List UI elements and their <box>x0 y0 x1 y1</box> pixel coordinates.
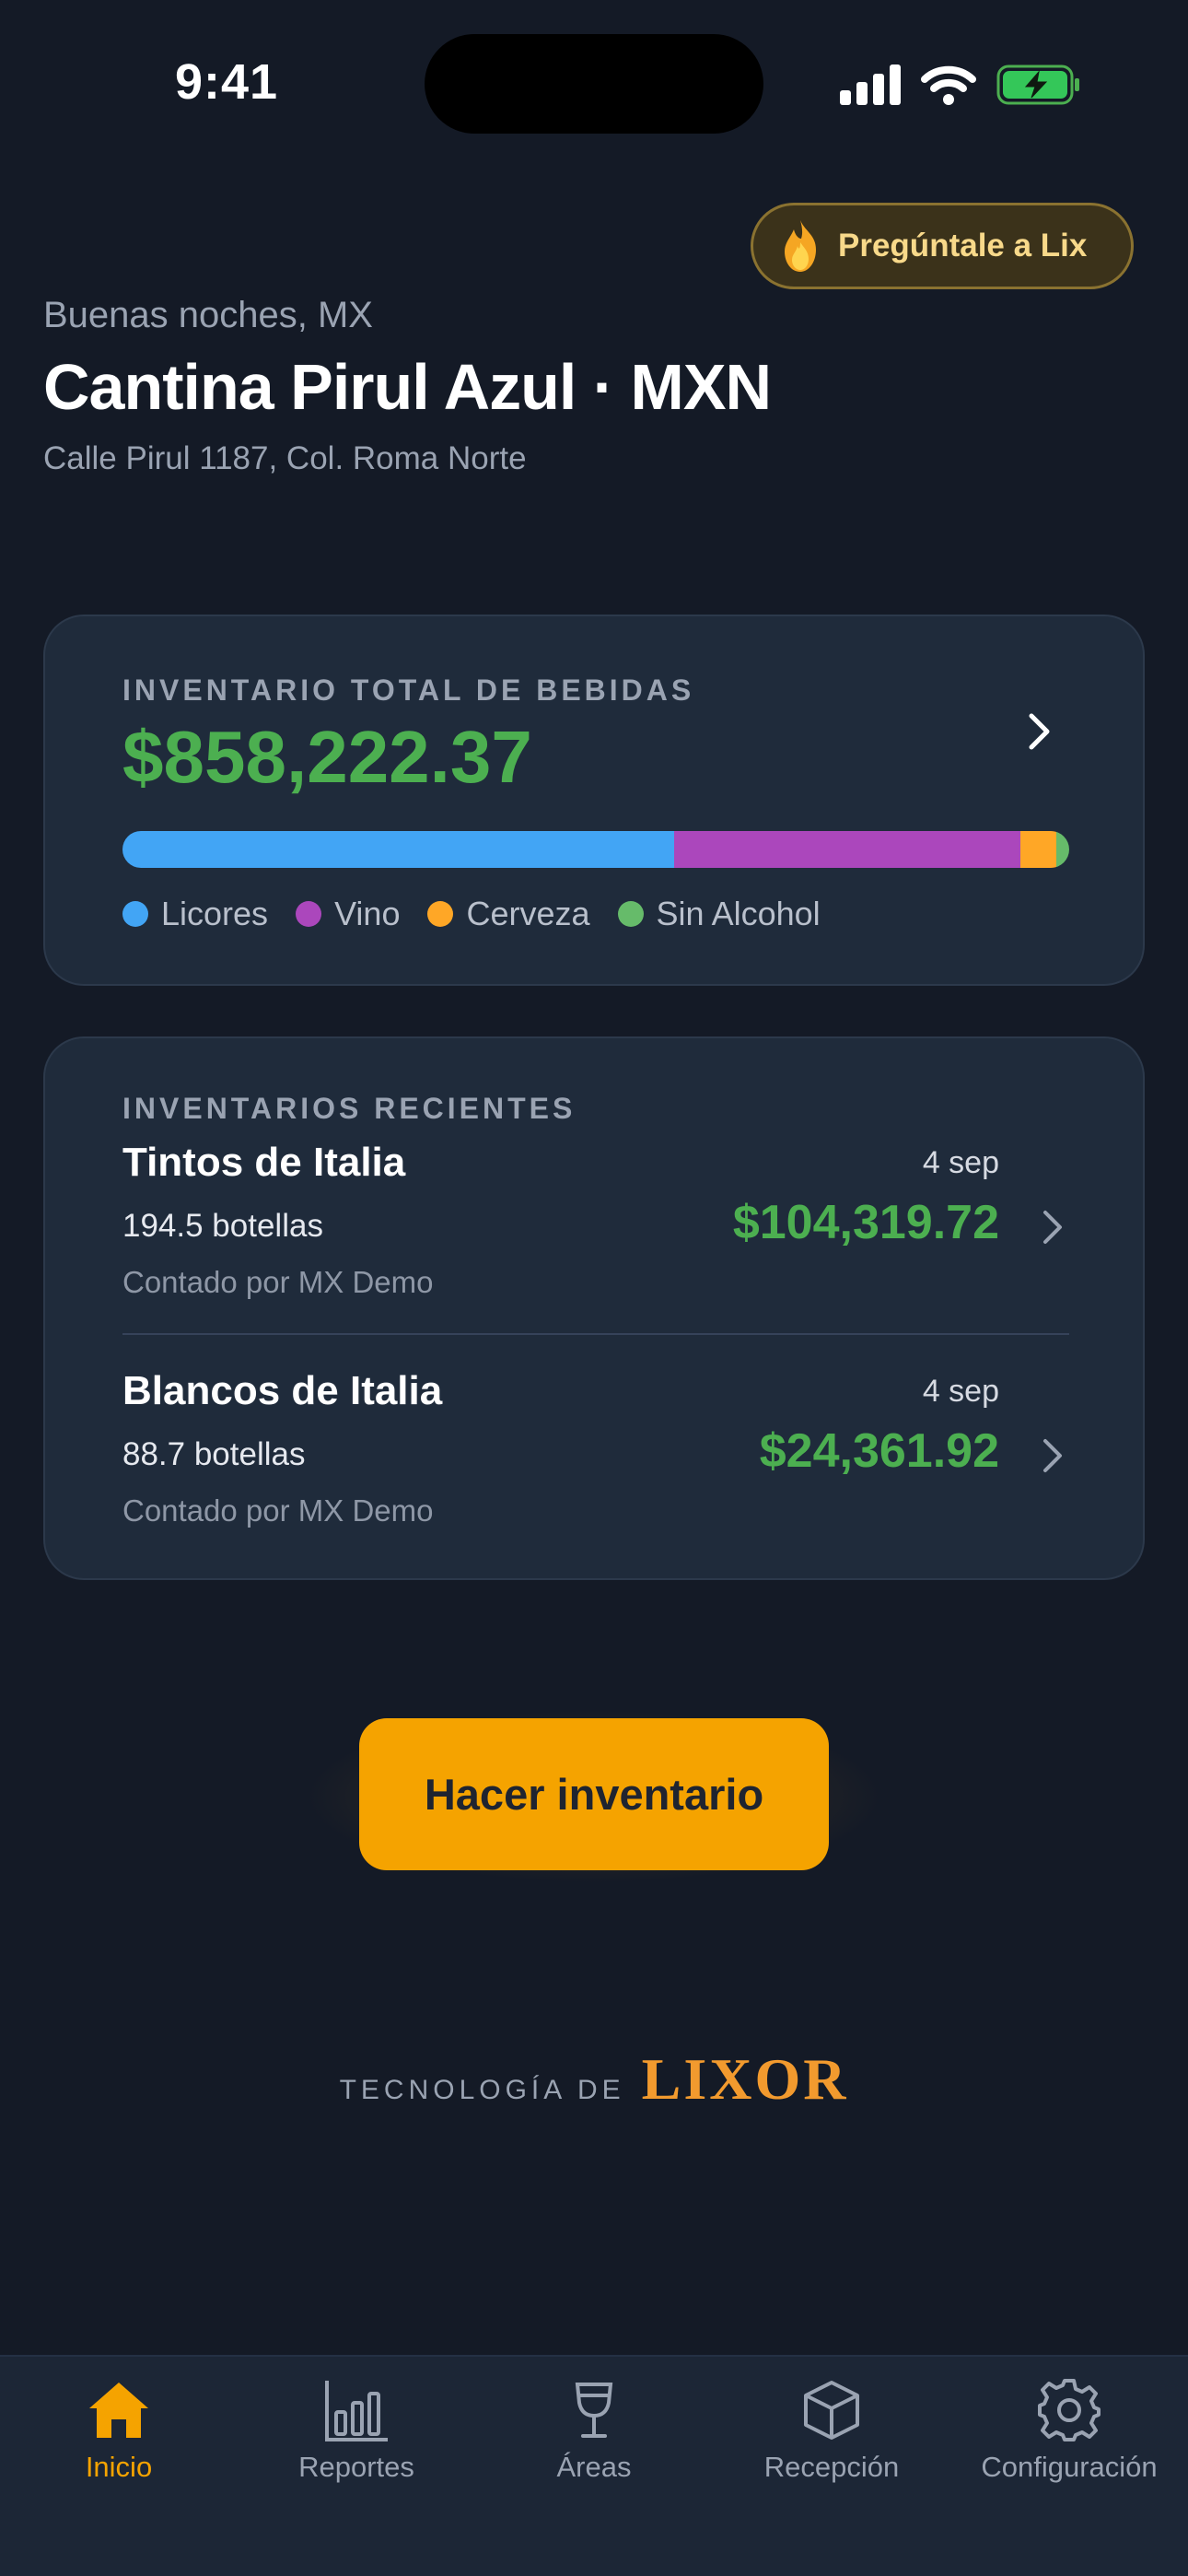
total-inventory-eyebrow: INVENTARIO TOTAL DE BEBIDAS <box>122 673 695 707</box>
ask-lix-label: Pregúntale a Lix <box>838 228 1088 263</box>
recent-inventories-eyebrow: INVENTARIOS RECIENTES <box>122 1092 577 1125</box>
inventory-date: 4 sep <box>922 1145 999 1180</box>
inventory-amount: $24,361.92 <box>759 1424 999 1478</box>
legend-label: Licores <box>161 895 269 932</box>
tab-configuracion[interactable]: Configuración <box>950 2357 1188 2576</box>
legend-item: Vino <box>296 895 400 933</box>
breakdown-segment-vino <box>674 831 1020 868</box>
row-divider <box>122 1333 1069 1335</box>
chevron-right-icon <box>1043 1439 1062 1472</box>
dynamic-island <box>425 34 763 134</box>
tab-areas[interactable]: Áreas <box>475 2357 713 2576</box>
category-breakdown-bar <box>122 831 1069 868</box>
cellular-signal-icon <box>840 64 901 105</box>
tab-label: Inicio <box>85 2451 153 2483</box>
legend-label: Sin Alcohol <box>656 895 821 932</box>
breakdown-segment-sin-alcohol <box>1055 831 1069 868</box>
recent-inventory-row[interactable]: Blancos de Italia 4 sep 88.7 botellas $2… <box>122 1368 1069 1534</box>
tab-inicio[interactable]: Inicio <box>0 2357 238 2576</box>
venue-title: Cantina Pirul Azul · MXN <box>43 351 772 423</box>
wifi-icon <box>921 65 976 105</box>
legend-label: Vino <box>334 895 401 932</box>
recent-inventory-row[interactable]: Tintos de Italia 4 sep 194.5 botellas $1… <box>122 1140 1069 1306</box>
home-screen: 9:41 Pregúntale a Lix Buenas noches, MX <box>0 0 1188 2576</box>
legend-dot <box>427 901 454 927</box>
chevron-right-icon <box>1043 1211 1062 1244</box>
tab-bar: Inicio Reportes Áreas Recepción Configur… <box>0 2355 1188 2576</box>
flame-icon <box>785 220 816 272</box>
ask-lix-button[interactable]: Pregúntale a Lix <box>751 203 1134 289</box>
legend-label: Cerveza <box>466 895 590 932</box>
powered-by: TECNOLOGÍA DE LIXOR <box>0 2045 1188 2113</box>
inventory-quantity: 88.7 botellas <box>122 1436 306 1472</box>
inventory-counted-by: Contado por MX Demo <box>122 1493 434 1528</box>
bar-chart-icon <box>321 2375 391 2445</box>
venue-address: Calle Pirul 1187, Col. Roma Norte <box>43 440 527 476</box>
lixor-logo: LIXOR <box>641 2046 849 2112</box>
home-icon <box>84 2375 154 2445</box>
gear-icon <box>1034 2375 1104 2445</box>
tab-label: Configuración <box>981 2451 1158 2483</box>
recent-inventories-card: INVENTARIOS RECIENTES Tintos de Italia 4… <box>43 1036 1145 1580</box>
greeting-text: Buenas noches, MX <box>43 295 373 335</box>
inventory-quantity: 194.5 botellas <box>122 1208 323 1244</box>
battery-charging-icon <box>996 64 1079 105</box>
start-inventory-button[interactable]: Hacer inventario <box>359 1718 829 1870</box>
legend-dot <box>617 901 644 927</box>
category-legend: Licores Vino Cerveza Sin Alcohol <box>122 895 848 933</box>
inventory-date: 4 sep <box>922 1374 999 1409</box>
legend-dot <box>122 901 148 927</box>
status-icons <box>840 59 1081 111</box>
legend-item: Cerveza <box>427 895 590 933</box>
legend-dot <box>296 901 322 927</box>
breakdown-segment-licores <box>122 831 675 868</box>
inventory-name: Blancos de Italia <box>122 1368 443 1413</box>
legend-item: Licores <box>122 895 268 933</box>
chevron-right-icon <box>1029 713 1050 750</box>
tab-label: Áreas <box>556 2451 632 2483</box>
tab-recepcion[interactable]: Recepción <box>713 2357 950 2576</box>
total-inventory-value: $858,222.37 <box>122 716 532 798</box>
inventory-counted-by: Contado por MX Demo <box>122 1265 434 1299</box>
inventory-amount: $104,319.72 <box>732 1196 999 1249</box>
total-inventory-card[interactable]: INVENTARIO TOTAL DE BEBIDAS $858,222.37 … <box>43 615 1145 986</box>
powered-by-label: TECNOLOGÍA DE <box>339 2075 625 2105</box>
tab-label: Recepción <box>763 2451 900 2483</box>
tab-label: Reportes <box>298 2451 414 2483</box>
wine-glass-icon <box>559 2375 629 2445</box>
inventory-name: Tintos de Italia <box>122 1140 406 1185</box>
legend-item: Sin Alcohol <box>617 895 821 933</box>
breakdown-segment-cerveza <box>1019 831 1056 868</box>
box-icon <box>797 2375 867 2445</box>
status-time: 9:41 <box>175 54 279 110</box>
tab-reportes[interactable]: Reportes <box>238 2357 475 2576</box>
